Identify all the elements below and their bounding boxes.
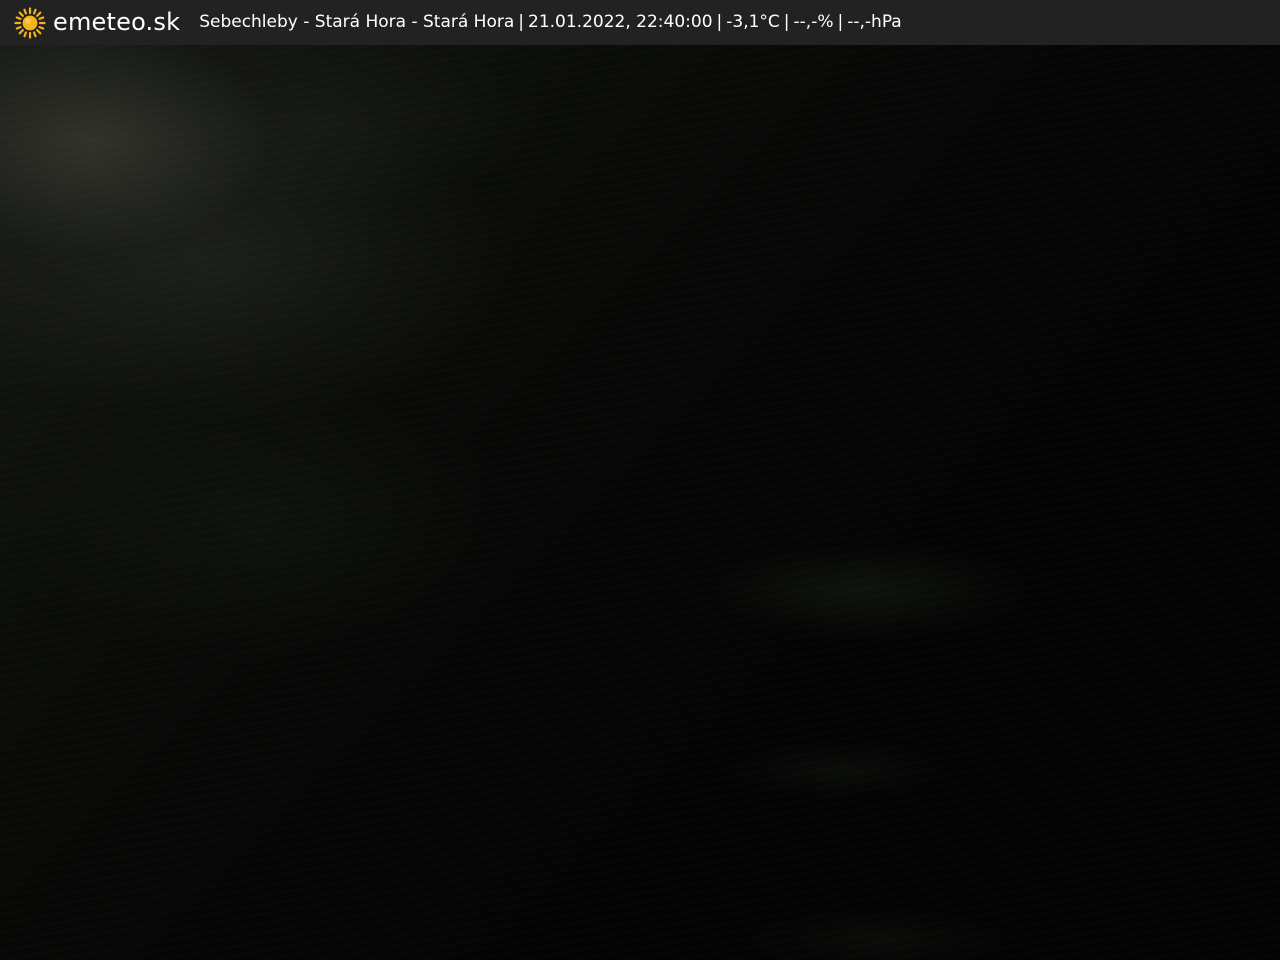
- timestamp: 21.01.2022, 22:40:00: [528, 12, 713, 32]
- brand-name[interactable]: emeteo.sk: [53, 0, 180, 45]
- location-name: Sebechleby - Stará Hora - Stará Hora: [199, 12, 515, 32]
- separator: |: [837, 12, 844, 32]
- emeteo-logo[interactable]: emeteo.sk: [14, 0, 180, 45]
- webcam-info-bar: emeteo.sk Sebechleby - Stará Hora - Star…: [0, 0, 1280, 45]
- pressure-value: --,-hPa: [847, 12, 902, 32]
- temperature-value: -3,1°C: [726, 12, 780, 32]
- separator: |: [783, 12, 790, 32]
- webcam-page: emeteo.sk Sebechleby - Stará Hora - Star…: [0, 0, 1280, 960]
- separator: |: [716, 12, 723, 32]
- humidity-value: --,-%: [793, 12, 834, 32]
- webcam-image: [0, 0, 1280, 960]
- separator: |: [518, 12, 525, 32]
- sun-icon: [14, 6, 46, 39]
- station-info: Sebechleby - Stará Hora - Stará Hora | 2…: [199, 0, 902, 45]
